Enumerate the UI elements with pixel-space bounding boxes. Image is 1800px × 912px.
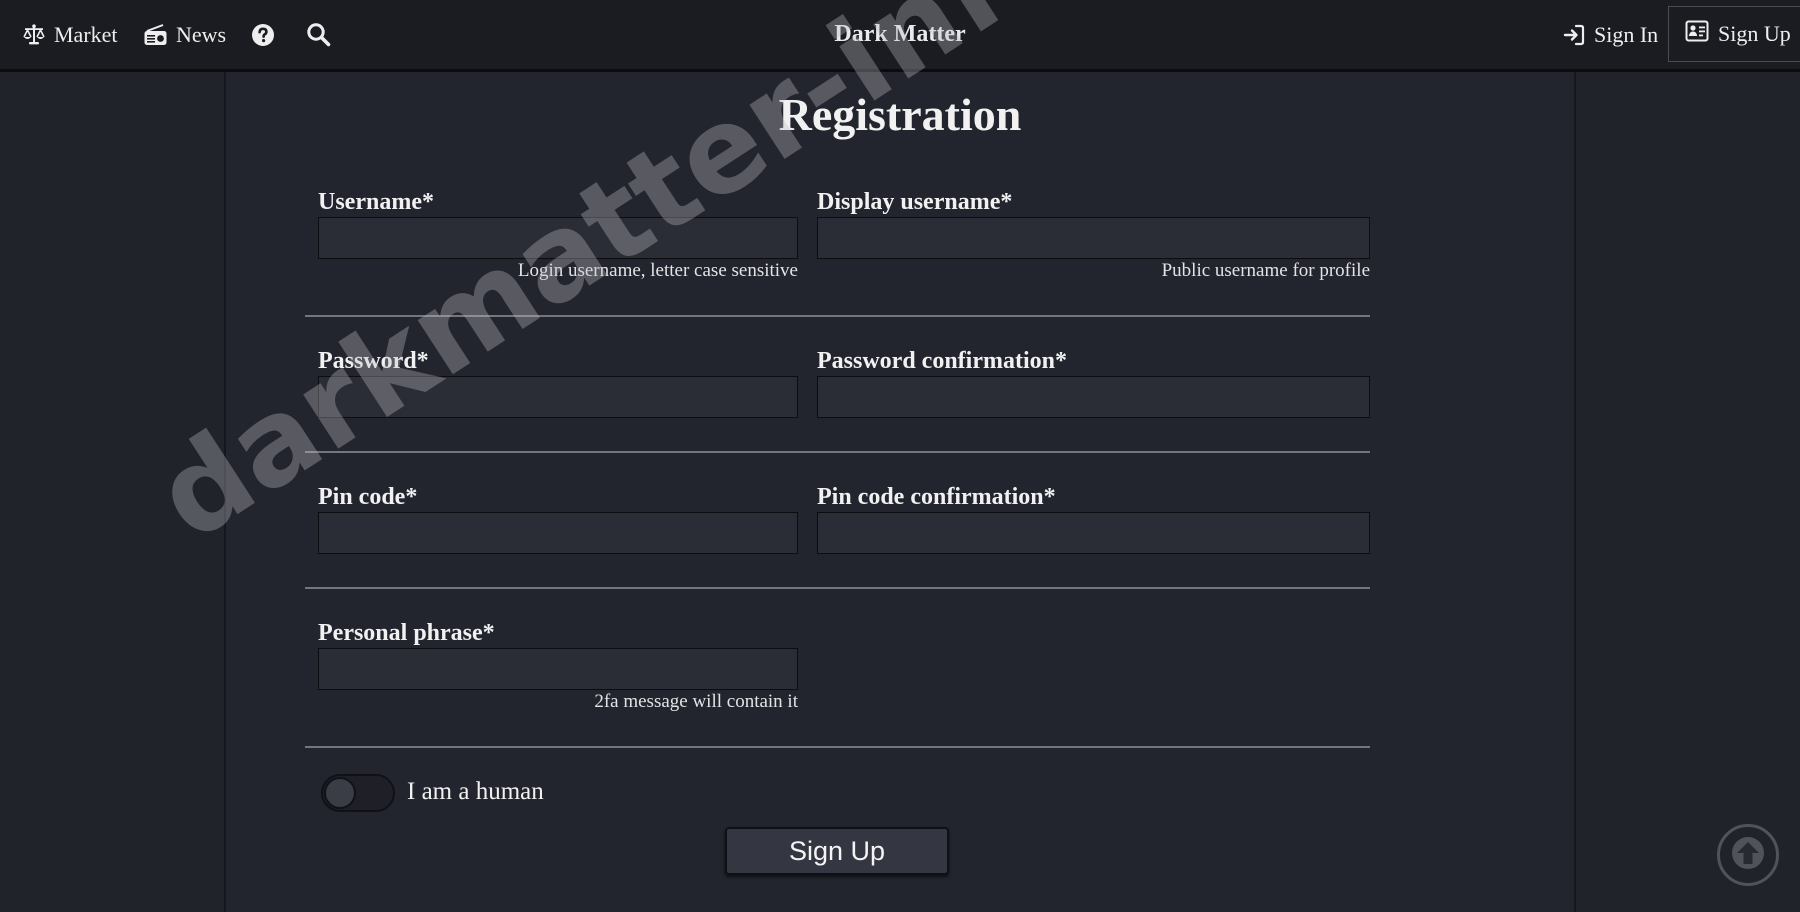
brand-text[interactable]: Dark Matter: [834, 21, 965, 48]
nav-signin-label: Sign In: [1594, 21, 1659, 47]
nav-search-button[interactable]: [306, 0, 331, 69]
password-confirmation-field[interactable]: [817, 376, 1370, 418]
toggle-knob: [324, 777, 356, 809]
nav-help-button[interactable]: [251, 0, 275, 69]
display-username-hint: Public username for profile: [1161, 260, 1370, 281]
pin-code-field[interactable]: [318, 512, 798, 554]
top-navbar: Market News Dark Matter Sign In Sign Up: [0, 0, 1800, 72]
radio-icon: [143, 23, 168, 47]
nav-news-label: News: [176, 21, 227, 47]
password-field[interactable]: [318, 376, 798, 418]
id-card-icon: [1685, 20, 1709, 48]
sign-in-icon: [1562, 23, 1586, 47]
pin-code-confirmation-label: Pin code confirmation*: [817, 484, 1056, 510]
nav-signin-link[interactable]: Sign In: [1562, 0, 1658, 69]
separator: [305, 451, 1370, 453]
username-hint: Login username, letter case sensitive: [517, 260, 798, 281]
personal-phrase-field[interactable]: [318, 648, 798, 690]
nav-signup-label: Sign Up: [1718, 21, 1791, 46]
search-icon: [306, 22, 331, 47]
human-toggle[interactable]: [321, 774, 395, 812]
separator: [305, 746, 1370, 748]
username-field[interactable]: [318, 217, 798, 259]
scroll-to-top-button[interactable]: [1717, 824, 1779, 886]
display-username-label: Display username*: [817, 189, 1013, 215]
sign-up-button[interactable]: Sign Up: [725, 827, 949, 875]
pin-code-label: Pin code*: [318, 484, 418, 510]
nav-signup-link[interactable]: Sign Up: [1668, 6, 1800, 62]
human-toggle-label: I am a human: [407, 778, 544, 805]
display-username-field[interactable]: [817, 217, 1370, 259]
password-label: Password*: [318, 348, 429, 374]
personal-phrase-label: Personal phrase*: [318, 620, 495, 646]
nav-market-label: Market: [54, 21, 118, 47]
arrow-up-icon: [1731, 836, 1765, 875]
page-title: Registration: [778, 89, 1022, 140]
personal-phrase-hint: 2fa message will contain it: [594, 691, 798, 712]
username-label: Username*: [318, 189, 434, 215]
nav-market-link[interactable]: Market: [22, 0, 118, 69]
pin-code-confirmation-field[interactable]: [817, 512, 1370, 554]
scale-icon: [22, 23, 46, 47]
question-circle-icon: [251, 23, 275, 47]
separator: [305, 315, 1370, 317]
password-confirmation-label: Password confirmation*: [817, 348, 1067, 374]
nav-news-link[interactable]: News: [143, 0, 226, 69]
separator: [305, 587, 1370, 589]
